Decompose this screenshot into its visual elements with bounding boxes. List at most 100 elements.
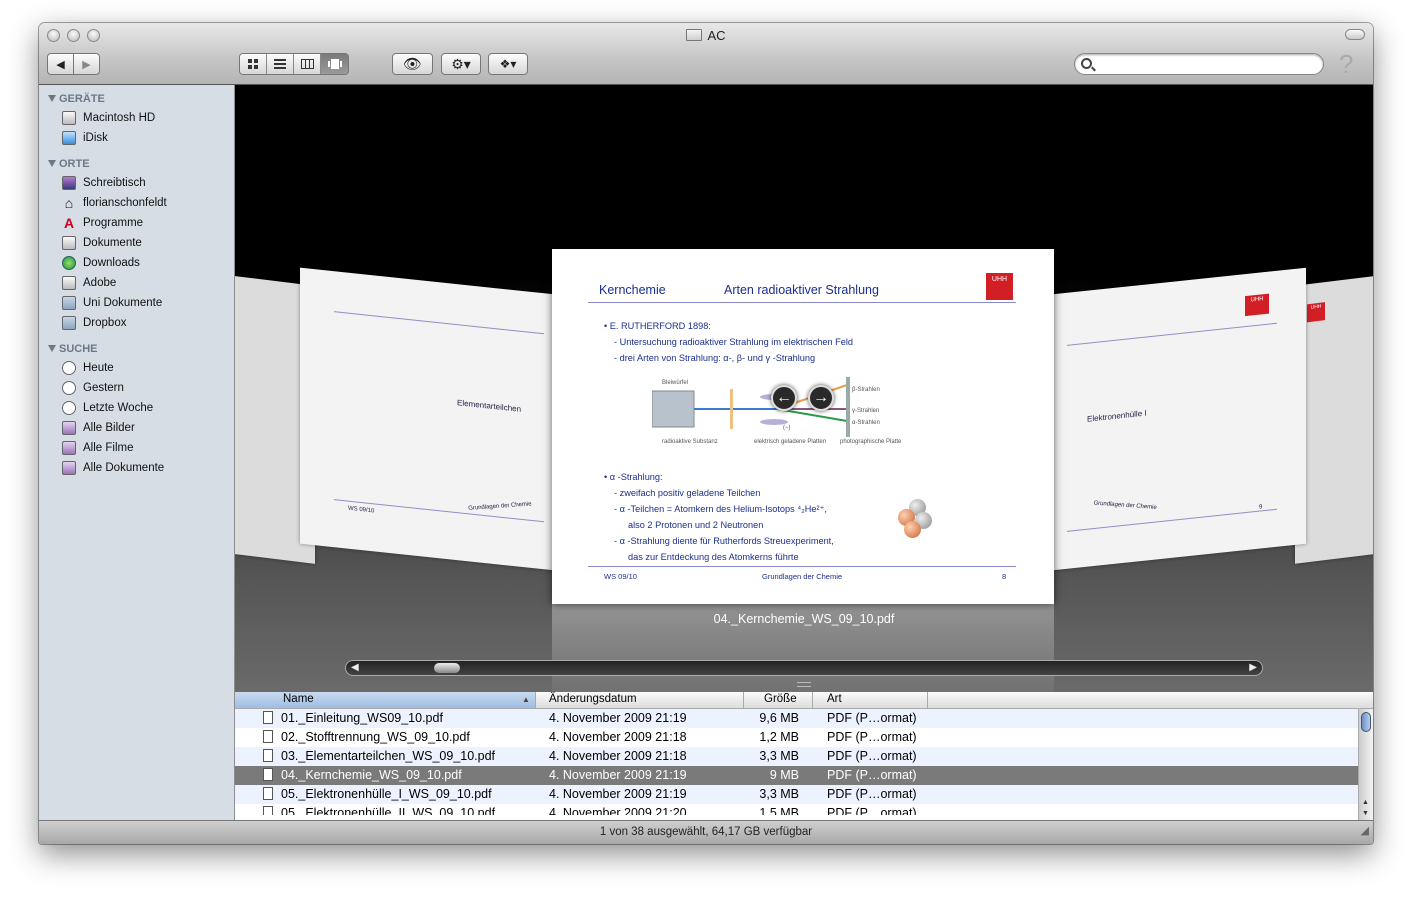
pdf-file-icon — [263, 806, 273, 815]
coverflow-area[interactable]: Elementarteilchen WS 09/10 Grundlagen de… — [235, 85, 1373, 692]
action-menu-button[interactable]: ⚙▾ — [441, 53, 481, 75]
hard-drive-icon — [62, 111, 76, 125]
pdf-file-icon — [263, 749, 273, 762]
clock-icon — [62, 401, 76, 415]
forward-button[interactable]: ▶ — [73, 53, 100, 75]
disclosure-triangle-icon — [48, 345, 56, 352]
sidebar-item-dropbox[interactable]: Dropbox — [39, 313, 234, 333]
clock-icon — [62, 361, 76, 375]
sidebar-item-dokumente[interactable]: Dokumente — [39, 233, 234, 253]
sidebar-item-heute[interactable]: Heute — [39, 358, 234, 378]
sidebar-section-suche[interactable]: SUCHE — [39, 338, 234, 358]
slide-text: das zur Entdeckung des Atomkerns führte — [628, 552, 799, 562]
table-row[interactable]: 05._Elektronenhülle_II_WS_09_10.pdf 4. No… — [235, 804, 1373, 815]
search-icon — [1081, 58, 1092, 69]
arrow-left-icon: ← — [776, 389, 792, 406]
column-header-name[interactable]: Name — [283, 693, 314, 705]
file-list: Name ▲ Änderungsdatum Größe Art 01._Einl… — [235, 692, 1373, 820]
toolbar-toggle-button[interactable] — [1345, 29, 1365, 40]
scroll-right-icon[interactable]: ▶ — [1249, 662, 1257, 673]
sidebar-section-orte[interactable]: ORTE — [39, 153, 234, 173]
quick-look-button[interactable]: 👁 — [392, 53, 433, 75]
sidebar-item-uni-dokumente[interactable]: Uni Dokumente — [39, 293, 234, 313]
slide-title: Elementarteilchen — [457, 398, 522, 414]
list-view-icon[interactable] — [267, 54, 294, 74]
table-row[interactable]: 01._Einleitung_WS09_10.pdf 4. November 20… — [235, 709, 1373, 728]
scroll-left-icon[interactable]: ◀ — [351, 662, 359, 673]
coverflow-scrollbar[interactable]: ◀ ▶ — [345, 660, 1263, 676]
sidebar-item-home[interactable]: ⌂ florianschonfeldt — [39, 193, 234, 213]
sidebar-item-downloads[interactable]: Downloads — [39, 253, 234, 273]
search-field[interactable] — [1074, 53, 1324, 75]
finder-window: AC ◀ ▶ 👁 ⚙▾ ❖▾ ? GERÄTE Macintosh HD iDi… — [39, 23, 1373, 844]
slide-text: also 2 Protonen und 2 Neutronen — [628, 520, 764, 530]
sidebar-item-alle-bilder[interactable]: Alle Bilder — [39, 418, 234, 438]
sidebar-item-letzte-woche[interactable]: Letzte Woche — [39, 398, 234, 418]
column-view-icon[interactable] — [294, 54, 321, 74]
back-button[interactable]: ◀ — [47, 53, 74, 75]
pdf-file-icon — [263, 787, 273, 800]
sidebar-item-idisk[interactable]: iDisk — [39, 128, 234, 148]
scroll-down-icon[interactable]: ▼ — [1362, 810, 1369, 817]
slide-heading: Arten radioaktiver Strahlung — [724, 283, 879, 297]
next-page-button[interactable]: → — [808, 385, 834, 411]
previous-page-button[interactable]: ← — [771, 385, 797, 411]
sidebar-item-adobe[interactable]: Adobe — [39, 273, 234, 293]
smart-folder-icon — [62, 461, 76, 475]
table-row[interactable]: 03._Elementarteilchen_WS_09_10.pdf 4. Nov… — [235, 747, 1373, 766]
sidebar-item-macintosh-hd[interactable]: Macintosh HD — [39, 108, 234, 128]
pdf-file-icon — [263, 711, 273, 724]
column-header-kind[interactable]: Art — [827, 693, 842, 705]
current-cover-slide[interactable]: Kernchemie Arten radioaktiver Strahlung … — [552, 249, 1054, 604]
column-header-size[interactable]: Größe — [764, 693, 797, 705]
scroll-up-icon[interactable]: ▲ — [1362, 799, 1369, 806]
adobe-icon — [62, 276, 76, 290]
dropbox-menu-button[interactable]: ❖▾ — [488, 53, 528, 75]
table-row-selected[interactable]: 04._Kernchemie_WS_09_10.pdf 4. November 2… — [235, 766, 1373, 785]
slide-title: Elektronenhülle I — [1087, 408, 1147, 424]
view-switcher — [239, 53, 349, 75]
sidebar-item-alle-dokumente[interactable]: Alle Dokumente — [39, 458, 234, 478]
resize-grip-icon[interactable] — [797, 682, 811, 687]
slide-text: • α -Strahlung: — [604, 472, 663, 482]
slide-text: - zweifach positiv geladene Teilchen — [614, 488, 761, 498]
slide-page-number: 9 — [1259, 504, 1263, 511]
sidebar-item-schreibtisch[interactable]: Schreibtisch — [39, 173, 234, 193]
list-header: Name ▲ Änderungsdatum Größe Art — [235, 692, 1373, 709]
help-icon[interactable]: ? — [1339, 49, 1353, 80]
list-scrollbar[interactable]: ▲ ▼ — [1358, 709, 1373, 820]
icon-view-icon[interactable] — [240, 54, 267, 74]
sidebar-item-gestern[interactable]: Gestern — [39, 378, 234, 398]
eye-icon: 👁 — [402, 56, 423, 73]
slide-footer: Grundlagen der Chemie — [762, 572, 843, 581]
dropbox-folder-icon — [62, 316, 76, 330]
sidebar-item-alle-filme[interactable]: Alle Filme — [39, 438, 234, 458]
uhh-logo: UHH — [1307, 302, 1325, 323]
uhh-logo: UHH — [1245, 293, 1269, 317]
smart-folder-icon — [62, 421, 76, 435]
sidebar-item-programme[interactable]: A Programme — [39, 213, 234, 233]
coverflow-view-icon[interactable] — [321, 54, 348, 74]
pdf-file-icon — [263, 730, 273, 743]
list-scroll-thumb[interactable] — [1361, 712, 1371, 732]
resize-handle-icon[interactable]: ◢ — [1361, 820, 1369, 842]
slide-text: • E. RUTHERFORD 1898: — [604, 321, 711, 331]
table-row[interactable]: 02._Stofftrennung_WS_09_10.pdf 4. Novembe… — [235, 728, 1373, 747]
file-list-rows: 01._Einleitung_WS09_10.pdf 4. November 20… — [235, 709, 1373, 815]
column-header-date[interactable]: Änderungsdatum — [549, 693, 637, 705]
coverflow-scroll-thumb[interactable] — [434, 663, 460, 673]
slide-footer: Grundlagen der Chemie — [467, 501, 533, 512]
dropbox-icon: ❖▾ — [499, 57, 517, 71]
disclosure-triangle-icon — [48, 160, 56, 167]
cover-slide-elementarteilchen[interactable]: Elementarteilchen WS 09/10 Grundlagen de… — [300, 267, 555, 571]
cover-slide[interactable]: UHH — [1295, 276, 1373, 564]
slide-footer: Grundlagen der Chemie — [1092, 500, 1158, 511]
sidebar-section-geraete[interactable]: GERÄTE — [39, 88, 234, 108]
status-text: 1 von 38 ausgewählt, 64,17 GB verfügbar — [599, 826, 813, 838]
table-row[interactable]: 05._Elektronenhülle_I_WS_09_10.pdf 4. Nov… — [235, 785, 1373, 804]
disclosure-triangle-icon — [48, 95, 56, 102]
gear-icon: ⚙▾ — [451, 55, 471, 72]
cover-slide-elektronenhuelle[interactable]: UHH Elektronenhülle I Grundlagen der Che… — [1053, 267, 1306, 571]
folder-icon — [686, 29, 703, 41]
slide-footer: WS 09/10 — [604, 572, 637, 581]
